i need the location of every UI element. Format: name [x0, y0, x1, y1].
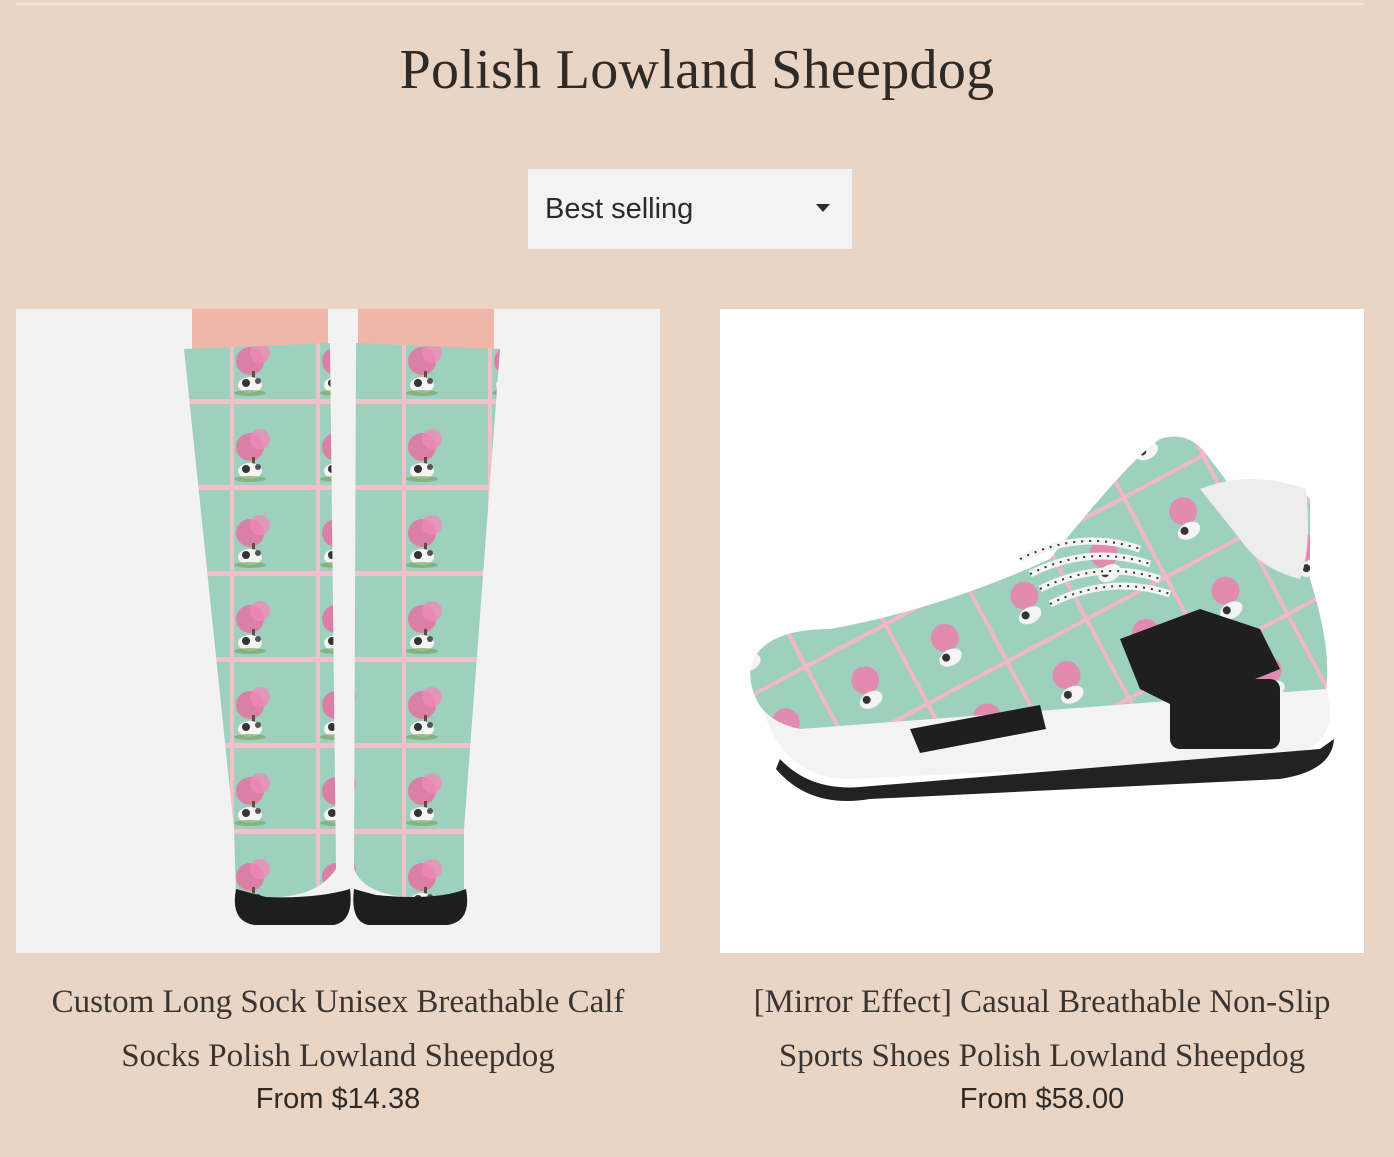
page-title: Polish Lowland Sheepdog — [399, 39, 995, 101]
product-card-shoes[interactable]: [Mirror Effect] Casual Breathable Non-Sl… — [720, 309, 1364, 1116]
product-price: From $14.38 — [255, 1083, 421, 1115]
caret-down-icon — [816, 204, 830, 212]
product-name[interactable]: Custom Long Sock Unisex Breathable Calf … — [16, 975, 660, 1083]
sort-select[interactable]: Best selling — [528, 169, 852, 249]
top-divider — [16, 3, 1364, 5]
product-price: From $58.00 — [959, 1083, 1125, 1115]
product-name[interactable]: [Mirror Effect] Casual Breathable Non-Sl… — [720, 975, 1364, 1083]
product-card-socks[interactable]: Custom Long Sock Unisex Breathable Calf … — [16, 309, 660, 1116]
sort-selected-value: Best selling — [545, 192, 694, 225]
sneaker-product-image[interactable] — [720, 309, 1364, 953]
socks-product-image[interactable] — [16, 309, 660, 953]
